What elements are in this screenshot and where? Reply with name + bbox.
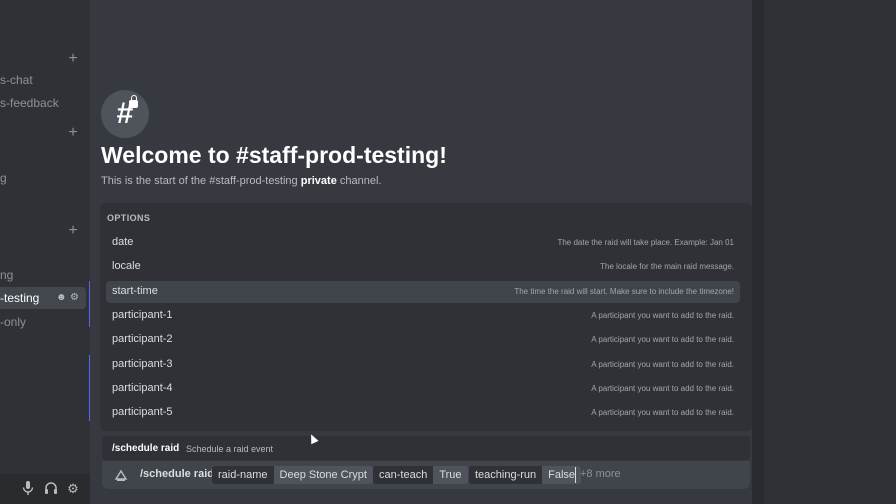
add-channel-plus-icon[interactable]: + (66, 223, 80, 239)
option-date[interactable]: date The date the raid will take place. … (106, 232, 740, 254)
add-channel-plus-icon[interactable]: + (66, 125, 80, 141)
gear-icon[interactable]: ⚙ (65, 481, 81, 497)
user-panel: ⚙ (0, 474, 90, 504)
add-member-icon[interactable]: ☻ (56, 292, 67, 303)
sidebar-channel[interactable]: s-feedback (0, 92, 59, 114)
option-participant-3[interactable]: participant-3 A participant you want to … (106, 354, 740, 376)
private-channel-hash-icon: # (101, 90, 149, 138)
option-locale[interactable]: locale The locale for the main raid mess… (106, 256, 740, 278)
option-participant-2[interactable]: participant-2 A participant you want to … (106, 329, 740, 351)
option-participant-4[interactable]: participant-4 A participant you want to … (106, 378, 740, 400)
welcome-subtitle: This is the start of the #staff-prod-tes… (101, 175, 382, 187)
option-chip-raid-name[interactable]: raid-name Deep Stone Crypt (212, 466, 373, 484)
member-list-panel (764, 0, 896, 504)
sidebar-channel[interactable]: g (0, 167, 7, 189)
add-channel-plus-icon[interactable]: + (66, 51, 80, 67)
option-start-time[interactable]: start-time The time the raid will start.… (106, 281, 740, 303)
sidebar-channel[interactable]: s-chat (0, 69, 33, 91)
sidebar-channel[interactable]: ng (0, 264, 13, 286)
welcome-title: Welcome to #staff-prod-testing! (101, 142, 447, 168)
scrollbar-track[interactable] (752, 0, 764, 504)
options-header: OPTIONS (107, 213, 151, 223)
option-chip-can-teach[interactable]: can-teach True (373, 466, 468, 484)
lock-icon (129, 95, 138, 108)
option-participant-1[interactable]: participant-1 A participant you want to … (106, 305, 740, 327)
sidebar-channel[interactable]: -only (0, 311, 26, 333)
channel-sidebar: + s-chat s-feedback + g + ng -testing ☻ … (0, 0, 90, 504)
more-options-count[interactable]: +8 more (580, 468, 621, 480)
sidebar-channel-active[interactable]: -testing ☻ ⚙ (0, 287, 86, 309)
text-caret (575, 467, 576, 483)
slash-command-icon (114, 468, 128, 482)
chat-area: # Welcome to #staff-prod-testing! This i… (90, 0, 752, 504)
option-participant-5[interactable]: participant-5 A participant you want to … (106, 402, 740, 424)
message-input[interactable]: /schedule raid raid-name Deep Stone Cryp… (102, 461, 750, 489)
command-options-popup: OPTIONS date The date the raid will take… (100, 203, 752, 431)
headphones-icon[interactable] (43, 481, 59, 497)
gear-icon[interactable]: ⚙ (70, 292, 80, 303)
microphone-icon[interactable] (20, 481, 36, 497)
input-command: /schedule raid (140, 468, 214, 480)
command-name: /schedule raid (112, 443, 180, 454)
command-suggestion[interactable]: /schedule raid Schedule a raid event (102, 436, 750, 460)
sidebar-channel-label: -testing (0, 291, 40, 305)
option-chip-teaching-run[interactable]: teaching-run False (469, 466, 582, 484)
command-description: Schedule a raid event (186, 444, 274, 454)
